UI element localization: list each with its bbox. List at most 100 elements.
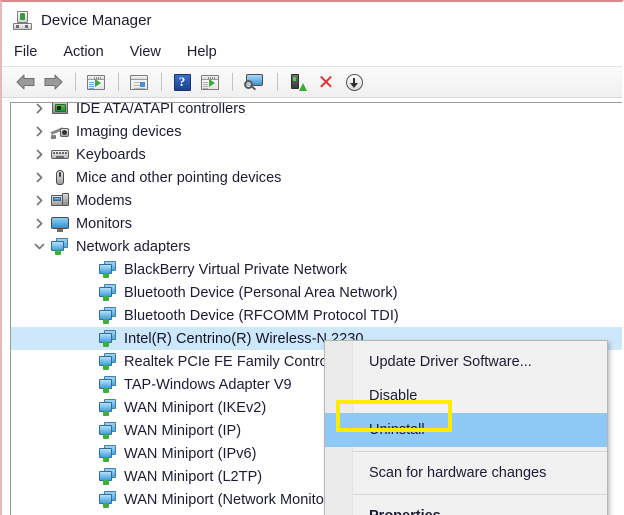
help-button[interactable]: ? [169,70,195,94]
chevron-right-icon[interactable] [31,103,47,117]
tree-row-label: Keyboards [76,146,146,163]
tree-row-label: Realtek PCIe FE Family Controller [124,353,348,370]
tree-row-label: IDE ATA/ATAPI controllers [76,102,246,117]
network-adapter-icon [99,445,117,462]
tree-row[interactable]: IDE ATA/ATAPI controllers [11,102,622,120]
device-manager-icon [13,10,32,30]
network-adapter-icon [99,399,117,416]
tree-row[interactable]: Modems [11,189,622,212]
network-adapter-icon [99,284,117,301]
context-menu-separator [353,451,607,452]
tree-row-label: Monitors [76,215,132,232]
context-menu: Update Driver Software... Disable Uninstal… [324,340,608,515]
toolbar-separator [75,73,76,91]
chevron-right-icon[interactable] [31,193,47,209]
tree-row-label: WAN Miniport (IKEv2) [124,399,267,416]
tree-row[interactable]: Mice and other pointing devices [11,166,622,189]
scan-for-hardware-changes-button[interactable] [240,70,268,94]
menu-item-view[interactable]: View [130,41,172,63]
context-menu-item[interactable]: Uninstall [325,413,607,447]
ide-controller-icon [51,103,69,117]
scan-hardware-icon [244,73,264,91]
context-menu-item[interactable]: Properties [325,499,607,515]
menu-item-action[interactable]: Action [63,41,114,63]
tree-row[interactable]: BlackBerry Virtual Private Network [11,258,622,281]
network-adapter-icon [99,261,117,278]
context-menu-item[interactable]: Disable [325,379,607,413]
context-menu-item[interactable]: Scan for hardware changes [325,456,607,490]
chevron-down-icon[interactable] [31,239,47,255]
tree-row[interactable]: Imaging devices [11,120,622,143]
console-tree-icon [87,74,105,90]
mouse-icon [51,169,69,186]
properties-button[interactable] [126,70,152,94]
properties-icon [130,74,148,90]
tree-row-label: WAN Miniport (IP) [124,422,242,439]
menu-item-help[interactable]: Help [187,41,228,63]
uninstall-button[interactable]: ✕ [313,70,339,94]
update-driver-icon [201,74,219,90]
network-adapter-icon [99,491,117,508]
tree-row[interactable]: Bluetooth Device (RFCOMM Protocol TDI) [11,304,622,327]
network-adapter-icon [99,422,117,439]
toolbar: ? ✕ [2,66,622,98]
tree-row-label: WAN Miniport (IPv6) [124,445,257,462]
forward-arrow-icon [43,74,64,90]
disable-device-button[interactable] [341,70,367,94]
tree-row-label: Bluetooth Device (RFCOMM Protocol TDI) [124,307,399,324]
network-adapter-icon [99,376,117,393]
title-bar: Device Manager [2,2,622,38]
enable-device-icon [290,73,307,91]
menu-bar: File Action View Help [2,38,622,66]
show-hide-console-tree-button[interactable] [83,70,109,94]
forward-button[interactable] [40,70,66,94]
network-adapter-icon [99,330,117,347]
chevron-right-icon[interactable] [31,147,47,163]
chevron-right-icon[interactable] [31,216,47,232]
back-button[interactable] [12,70,38,94]
toolbar-separator [277,73,278,91]
red-x-icon: ✕ [317,70,335,94]
network-adapter-icon [99,468,117,485]
tree-row-label: WAN Miniport (Network Monitor) [124,491,334,508]
tree-row[interactable]: Keyboards [11,143,622,166]
back-arrow-icon [15,74,36,90]
context-menu-item[interactable]: Update Driver Software... [325,345,607,379]
menu-item-file[interactable]: File [14,41,48,63]
monitor-icon [51,215,69,232]
network-adapter-icon [99,353,117,370]
network-adapter-icon [51,238,69,255]
tree-row-label: Modems [76,192,132,209]
tree-row-label: Network adapters [76,238,191,255]
enable-device-button[interactable] [285,70,311,94]
chevron-right-icon[interactable] [31,124,47,140]
tree-row-label: Bluetooth Device (Personal Area Network) [124,284,398,301]
tree-row[interactable]: Bluetooth Device (Personal Area Network) [11,281,622,304]
update-driver-button[interactable] [197,70,223,94]
context-menu-separator [353,494,607,495]
imaging-device-icon [50,123,69,140]
toolbar-separator [118,73,119,91]
tree-row-label: BlackBerry Virtual Private Network [124,261,348,278]
tree-row-label: TAP-Windows Adapter V9 [124,376,292,393]
modem-icon [51,192,69,209]
chevron-right-icon[interactable] [31,170,47,186]
tree-row-label: WAN Miniport (L2TP) [124,468,263,485]
toolbar-separator [161,73,162,91]
network-adapter-icon [99,307,117,324]
help-icon: ? [173,73,191,91]
tree-row[interactable]: Network adapters [11,235,622,258]
tree-row[interactable]: Monitors [11,212,622,235]
keyboard-icon [51,146,69,163]
